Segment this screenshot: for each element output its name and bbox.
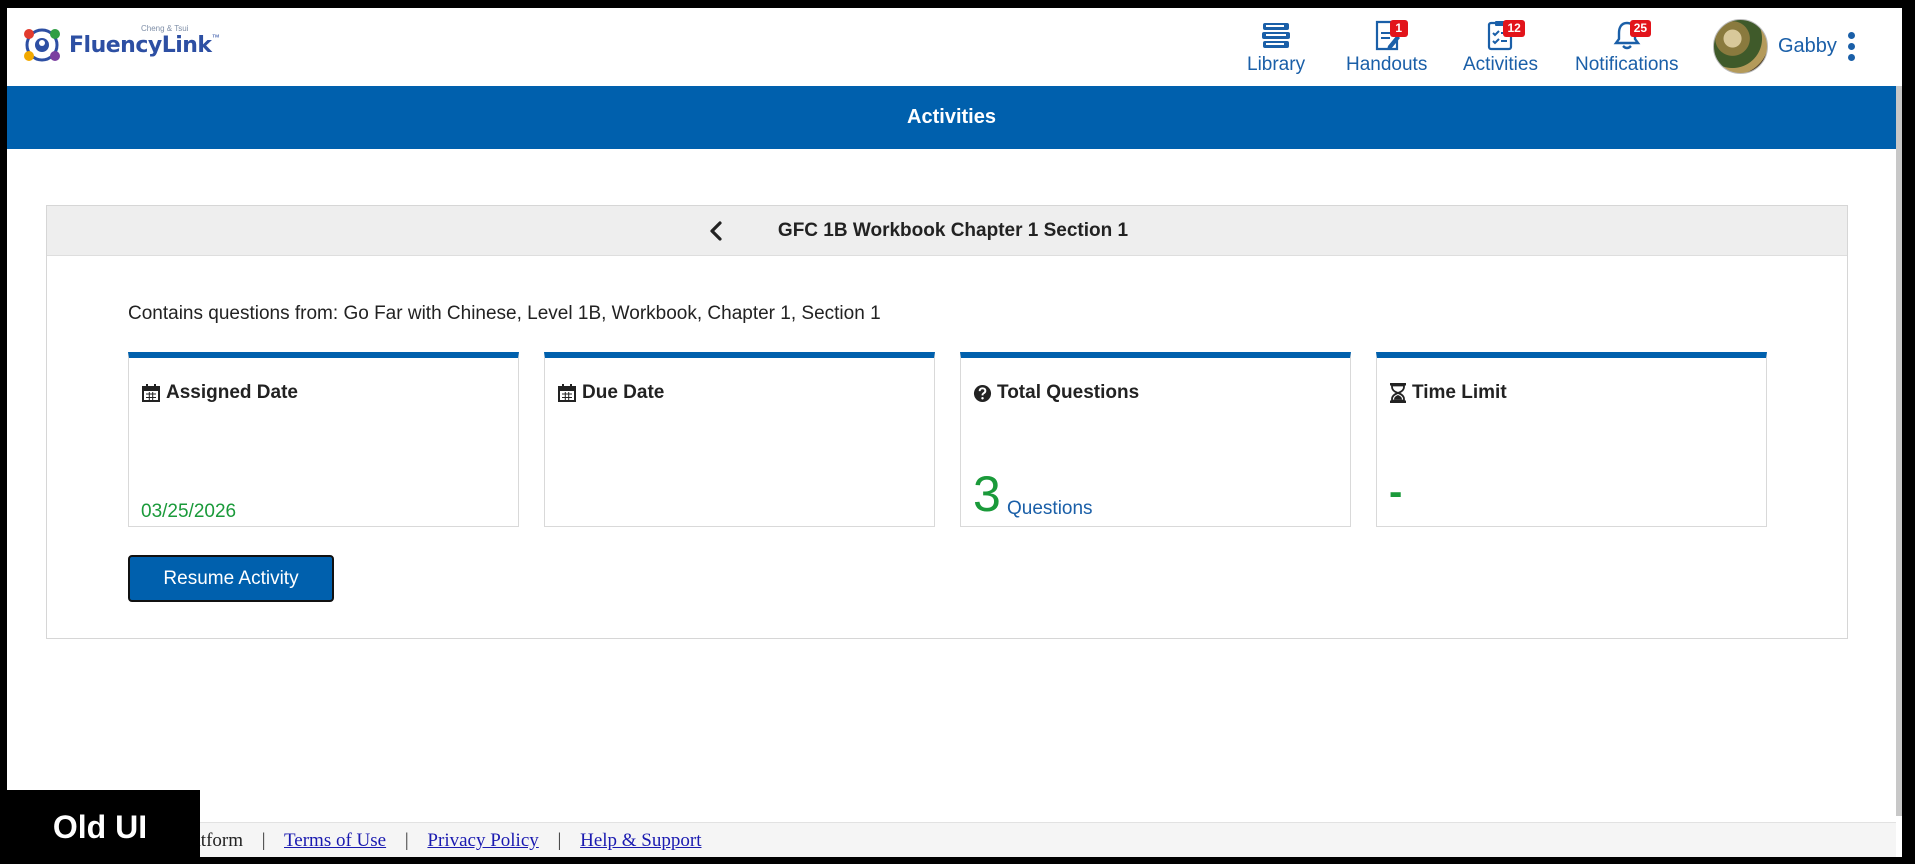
due-date-card: Due Date: [544, 352, 935, 527]
avatar: [1713, 18, 1768, 74]
books-icon: [1259, 18, 1293, 52]
help-support-link[interactable]: Help & Support: [580, 830, 701, 851]
brand-logo[interactable]: Cheng & Tsui FluencyLink™: [19, 20, 220, 70]
nav-activities[interactable]: 12 Activities: [1463, 14, 1538, 80]
time-limit-card: Time Limit -: [1376, 352, 1767, 527]
time-limit-label: Time Limit: [1412, 382, 1507, 403]
brand-publisher: Cheng & Tsui: [141, 23, 189, 33]
total-questions-unit: Questions: [1007, 498, 1093, 519]
brand-trademark: ™: [211, 32, 220, 42]
footer-separator: |: [261, 830, 266, 851]
total-questions-card: Total Questions 3 Questions: [960, 352, 1351, 527]
hourglass-icon: [1390, 383, 1406, 403]
assigned-date-heading: Assigned Date: [141, 382, 298, 404]
nav-activities-label: Activities: [1463, 54, 1538, 75]
nav-library[interactable]: Library: [1247, 14, 1305, 80]
logo-mark-icon: [24, 28, 60, 62]
nav-handouts-label: Handouts: [1346, 54, 1428, 75]
more-options-icon[interactable]: [1843, 32, 1859, 66]
footer-separator: |: [557, 830, 562, 851]
notifications-badge: 25: [1629, 20, 1652, 37]
privacy-policy-link[interactable]: Privacy Policy: [427, 830, 538, 851]
due-date-heading: Due Date: [557, 382, 664, 404]
handouts-badge: 1: [1389, 20, 1408, 37]
brand-name: FluencyLink: [69, 32, 212, 58]
top-header: Cheng & Tsui FluencyLink™ Library 1 Hand…: [7, 8, 1902, 86]
document-edit-icon: 1: [1370, 18, 1408, 52]
user-name: Gabby: [1778, 34, 1837, 57]
time-limit-heading: Time Limit: [1389, 382, 1507, 404]
due-date-label: Due Date: [582, 382, 665, 403]
checklist-icon: 12: [1483, 18, 1525, 52]
activities-badge: 12: [1503, 20, 1525, 37]
total-questions-count: 3: [973, 466, 1001, 522]
footer: ning Platform | Terms of Use | Privacy P…: [7, 822, 1896, 857]
bell-icon: 25: [1610, 18, 1652, 52]
nav-handouts[interactable]: 1 Handouts: [1346, 14, 1427, 80]
total-questions-heading: Total Questions: [973, 382, 1139, 404]
assigned-date-card: Assigned Date 03/25/2026: [128, 352, 519, 527]
calendar-icon: [142, 384, 160, 402]
calendar-icon: [558, 384, 576, 402]
footer-links: ning Platform | Terms of Use | Privacy P…: [138, 830, 701, 852]
scrollbar[interactable]: [1896, 86, 1902, 816]
nav-notifications-label: Notifications: [1575, 54, 1679, 75]
user-menu[interactable]: Gabby: [1713, 18, 1837, 74]
app-window: Cheng & Tsui FluencyLink™ Library 1 Hand…: [7, 8, 1902, 857]
nav-notifications[interactable]: 25 Notifications: [1575, 14, 1679, 80]
time-limit-value: -: [1389, 470, 1403, 514]
activity-header: GFC 1B Workbook Chapter 1 Section 1: [47, 206, 1847, 256]
activity-panel: GFC 1B Workbook Chapter 1 Section 1 Cont…: [46, 205, 1848, 639]
activity-source: Contains questions from: Go Far with Chi…: [128, 303, 881, 324]
assigned-date-value: 03/25/2026: [141, 501, 237, 522]
nav-library-label: Library: [1247, 54, 1306, 75]
total-questions-label: Total Questions: [997, 382, 1140, 403]
page-title: Activities: [7, 86, 1896, 149]
brand-wordmark: Cheng & Tsui FluencyLink™: [69, 24, 220, 58]
resume-activity-button[interactable]: Resume Activity: [128, 555, 334, 602]
terms-of-use-link[interactable]: Terms of Use: [284, 830, 386, 851]
activity-title: GFC 1B Workbook Chapter 1 Section 1: [777, 220, 1129, 241]
scrollbar-thumb[interactable]: [1896, 86, 1902, 816]
question-circle-icon: [973, 384, 992, 402]
old-ui-label: Old UI: [0, 790, 200, 864]
assigned-date-label: Assigned Date: [166, 382, 298, 403]
footer-separator: |: [404, 830, 409, 851]
